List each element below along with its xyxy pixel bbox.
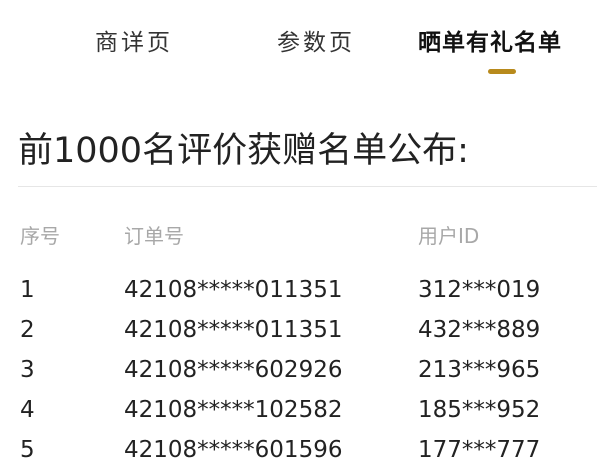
page-title: 前1000名评价获赠名单公布: bbox=[18, 131, 469, 171]
row-user-id: 177***777 bbox=[418, 437, 541, 463]
header-user-id: 用户ID bbox=[418, 224, 480, 248]
row-user-id: 185***952 bbox=[418, 397, 541, 423]
table-row: 3 42108*****602926 213***965 bbox=[0, 352, 597, 392]
table-row: 4 42108*****102582 185***952 bbox=[0, 392, 597, 432]
row-serial-number: 3 bbox=[20, 357, 35, 383]
table-row: 1 42108*****011351 312***019 bbox=[0, 272, 597, 312]
tab-parameters[interactable]: 参数页 bbox=[277, 28, 355, 58]
row-order-number: 42108*****602926 bbox=[124, 357, 343, 383]
row-user-id: 312***019 bbox=[418, 277, 541, 303]
row-serial-number: 4 bbox=[20, 397, 35, 423]
row-order-number: 42108*****011351 bbox=[124, 277, 343, 303]
row-serial-number: 1 bbox=[20, 277, 35, 303]
row-user-id: 213***965 bbox=[418, 357, 541, 383]
row-serial-number: 5 bbox=[20, 437, 35, 463]
tab-review-gift-list[interactable]: 晒单有礼名单 bbox=[418, 28, 562, 58]
active-tab-indicator bbox=[488, 69, 516, 74]
table-row: 5 42108*****601596 177***777 bbox=[0, 432, 597, 472]
header-serial-number: 序号 bbox=[20, 224, 60, 248]
title-divider bbox=[18, 186, 597, 187]
row-user-id: 432***889 bbox=[418, 317, 541, 343]
row-order-number: 42108*****102582 bbox=[124, 397, 343, 423]
row-order-number: 42108*****601596 bbox=[124, 437, 343, 463]
row-serial-number: 2 bbox=[20, 317, 35, 343]
row-order-number: 42108*****011351 bbox=[124, 317, 343, 343]
header-order-number: 订单号 bbox=[124, 224, 184, 248]
table-row: 2 42108*****011351 432***889 bbox=[0, 312, 597, 352]
tab-product-details[interactable]: 商详页 bbox=[95, 28, 173, 58]
tab-bar: 商详页 参数页 晒单有礼名单 bbox=[0, 0, 597, 90]
